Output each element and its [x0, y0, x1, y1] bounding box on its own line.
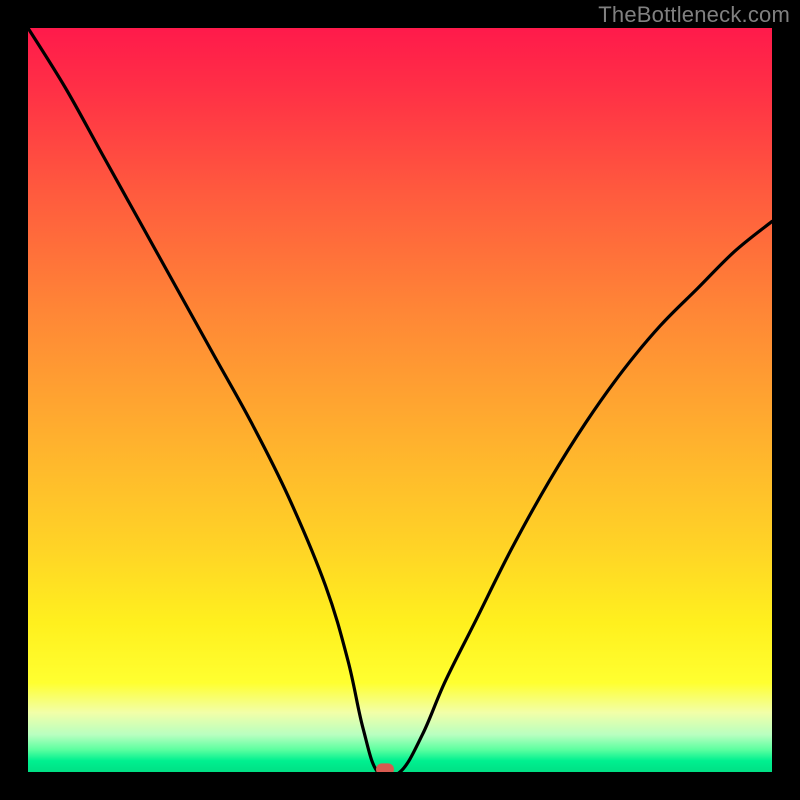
curve-path: [28, 28, 772, 772]
chart-frame: TheBottleneck.com: [0, 0, 800, 800]
optimal-point-marker: [376, 763, 394, 772]
bottleneck-curve: [28, 28, 772, 772]
plot-area: [28, 28, 772, 772]
watermark-text: TheBottleneck.com: [598, 2, 790, 28]
